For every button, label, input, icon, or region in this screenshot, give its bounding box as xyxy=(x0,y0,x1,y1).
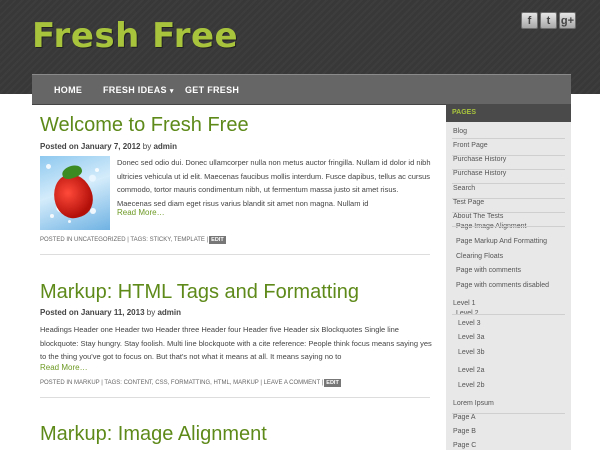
post-date[interactable]: January 11, 2013 xyxy=(81,308,145,317)
post-tags: POSTED IN UNCATEGORIZED | TAGS: STICKY, … xyxy=(40,236,226,244)
bubble xyxy=(68,220,71,223)
sidebar-divider xyxy=(452,413,565,414)
bubble xyxy=(50,214,54,218)
post-thumbnail[interactable] xyxy=(40,156,110,230)
sidebar-item[interactable]: Page C xyxy=(453,442,476,449)
sidebar-item[interactable]: Page Markup And Formatting xyxy=(456,238,547,245)
post-excerpt: Headings Header one Header two Header th… xyxy=(40,325,432,361)
sidebar-item[interactable]: About The Tests xyxy=(453,213,503,220)
facebook-icon[interactable]: f xyxy=(521,12,538,29)
meta-prefix: Posted on xyxy=(40,142,79,151)
sidebar-heading: PAGES xyxy=(446,104,571,122)
meta-by: by xyxy=(142,142,152,151)
sidebar-item[interactable]: Level 1 xyxy=(453,300,476,307)
nav-item-label: FRESH IDEAS xyxy=(103,85,167,95)
sidebar-divider xyxy=(452,226,565,227)
twitter-icon[interactable]: t xyxy=(540,12,557,29)
bubble xyxy=(95,168,99,172)
main-nav: HOME FRESH IDEAS ▾ GET FRESH xyxy=(32,74,571,104)
sidebar-item[interactable]: Level 3a xyxy=(458,334,484,341)
tags-line[interactable]: POSTED IN MARKUP | TAGS: CONTENT, CSS, F… xyxy=(40,380,323,386)
sidebar: PAGES Blog Front Page Purchase History Purc… xyxy=(446,104,571,450)
edit-button[interactable]: EDIT xyxy=(209,236,226,244)
read-more-link[interactable]: Read More… xyxy=(40,363,88,372)
sidebar-item[interactable]: Test Page xyxy=(453,199,484,206)
nav-item-fresh-ideas[interactable]: FRESH IDEAS ▾ xyxy=(103,75,174,105)
nav-item-label: HOME xyxy=(54,85,83,95)
post-divider xyxy=(40,397,430,398)
sidebar-item[interactable]: Front Page xyxy=(453,142,488,149)
sidebar-item[interactable]: Level 2b xyxy=(458,382,484,389)
meta-by: by xyxy=(146,308,156,317)
edit-button[interactable]: EDIT xyxy=(324,379,341,387)
post-title[interactable]: Markup: Image Alignment xyxy=(40,423,267,446)
sidebar-divider xyxy=(452,169,565,170)
site-title[interactable]: Fresh Free xyxy=(32,16,238,56)
sidebar-divider xyxy=(452,314,565,315)
post-meta: Posted on January 11, 2013 by admin xyxy=(40,308,181,317)
sidebar-item[interactable]: Page with comments xyxy=(456,267,521,274)
read-more-link[interactable]: Read More… xyxy=(117,208,165,217)
chevron-down-icon: ▾ xyxy=(169,88,174,95)
post-date[interactable]: January 7, 2012 xyxy=(81,142,141,151)
post-title[interactable]: Markup: HTML Tags and Formatting xyxy=(40,281,359,304)
tags-line[interactable]: POSTED IN UNCATEGORIZED | TAGS: STICKY, … xyxy=(40,237,208,243)
google-plus-icon[interactable]: g+ xyxy=(559,12,576,29)
sidebar-item[interactable]: Purchase History xyxy=(453,170,506,177)
sidebar-divider xyxy=(452,155,565,156)
post-excerpt: Donec sed odio dui. Donec ullamcorper nu… xyxy=(117,158,431,208)
nav-item-get-fresh[interactable]: GET FRESH xyxy=(185,75,239,105)
bubble xyxy=(46,164,51,169)
social-links: f t g+ xyxy=(521,12,576,29)
sidebar-divider xyxy=(452,212,565,213)
sidebar-item[interactable]: Clearing Floats xyxy=(456,253,503,260)
nav-item-label: GET FRESH xyxy=(185,85,240,95)
sidebar-item[interactable]: Level 2a xyxy=(458,367,484,374)
sidebar-item[interactable]: Lorem Ipsum xyxy=(453,400,494,407)
nav-item-home[interactable]: HOME xyxy=(54,75,82,105)
sidebar-item[interactable]: Level 3b xyxy=(458,349,484,356)
post-author[interactable]: admin xyxy=(157,308,181,317)
sidebar-item[interactable]: Blog xyxy=(453,128,467,135)
sidebar-item[interactable]: Page with comments disabled xyxy=(456,282,549,289)
bubble xyxy=(90,208,96,214)
post-author[interactable]: admin xyxy=(153,142,177,151)
sidebar-item[interactable]: Search xyxy=(453,185,475,192)
sidebar-divider xyxy=(452,138,565,139)
meta-prefix: Posted on xyxy=(40,308,79,317)
post-tags: POSTED IN MARKUP | TAGS: CONTENT, CSS, F… xyxy=(40,379,341,387)
sidebar-divider xyxy=(452,183,565,184)
post-title[interactable]: Welcome to Fresh Free xyxy=(40,114,249,137)
sidebar-item[interactable]: Level 3 xyxy=(458,320,481,327)
post-divider xyxy=(40,254,430,255)
sidebar-item[interactable]: Purchase History xyxy=(453,156,506,163)
sidebar-item[interactable]: Page B xyxy=(453,428,476,435)
post-meta: Posted on January 7, 2012 by admin xyxy=(40,142,177,151)
sidebar-divider xyxy=(452,198,565,199)
sidebar-item[interactable]: Page A xyxy=(453,414,476,421)
